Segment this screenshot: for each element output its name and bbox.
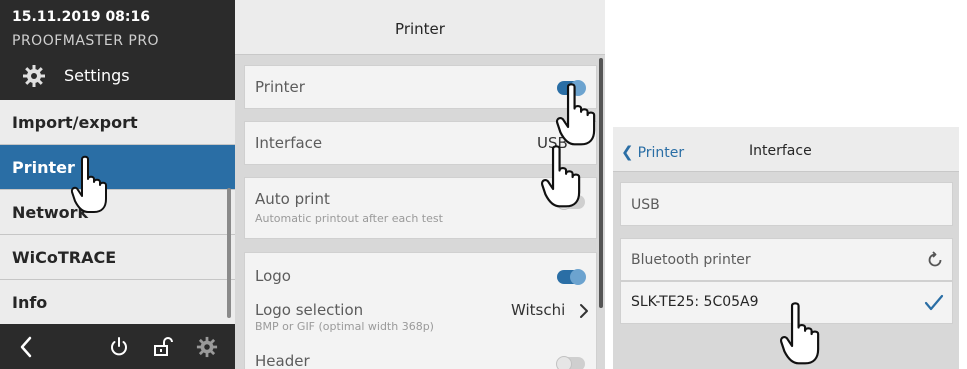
- auto-print-description: Automatic printout after each test: [255, 212, 443, 225]
- device-label: SLK-TE25: 5C05A9: [631, 294, 759, 310]
- sidebar-item-label: WiCoTRACE: [12, 248, 117, 267]
- settings-title: Settings: [64, 66, 130, 85]
- sidebar-item-label: Info: [12, 293, 48, 312]
- sidebar-item-import-export[interactable]: Import/export: [0, 100, 235, 145]
- sidebar-item-label: Import/export: [12, 113, 138, 132]
- checkmark-icon: [924, 294, 944, 311]
- logo-selection-label: Logo selection: [255, 301, 364, 319]
- auto-print-label: Auto print: [255, 190, 330, 208]
- printer-row[interactable]: Printer: [244, 65, 597, 109]
- logo-toggle[interactable]: [557, 269, 586, 285]
- status-header: 15.11.2019 08:16 PROOFMASTER PRO Setting…: [0, 0, 235, 100]
- device-name-label: PROOFMASTER PRO: [12, 33, 160, 49]
- chevron-right-icon: [580, 304, 588, 318]
- printer-label: Printer: [255, 78, 305, 96]
- logo-selection-row[interactable]: Logo selection BMP or GIF (optimal width…: [245, 295, 596, 340]
- chevron-left-icon: ❮: [621, 143, 634, 161]
- interface-panel: ❮ Printer Interface USB Bluetooth printer…: [613, 127, 959, 369]
- back-button[interactable]: ❮ Printer: [621, 143, 684, 161]
- sidebar-item-label: Printer: [12, 158, 75, 177]
- settings-sidebar: 15.11.2019 08:16 PROOFMASTER PRO Setting…: [0, 0, 235, 369]
- bottom-toolbar: [0, 324, 235, 369]
- gear-icon: [23, 65, 45, 87]
- sidebar-item-network[interactable]: Network: [0, 190, 235, 235]
- panel-header: Printer: [235, 0, 605, 55]
- sidebar-item-wicotrace[interactable]: WiCoTRACE: [0, 235, 235, 280]
- gear-icon[interactable]: [196, 336, 218, 358]
- page-title: Interface: [749, 143, 812, 159]
- settings-heading: Settings: [0, 58, 235, 98]
- interface-label: Interface: [255, 134, 323, 152]
- datetime-label: 15.11.2019 08:16: [12, 9, 151, 25]
- logo-label: Logo: [255, 267, 291, 285]
- back-icon[interactable]: [18, 335, 34, 359]
- header-toggle[interactable]: [556, 356, 585, 369]
- unlock-icon[interactable]: [152, 336, 174, 358]
- logo-group: Logo Logo selection BMP or GIF (optimal …: [244, 252, 597, 369]
- power-icon[interactable]: [108, 336, 130, 358]
- pointer-hand-icon: [779, 302, 820, 365]
- sidebar-scrollbar[interactable]: [227, 188, 231, 318]
- usb-label: USB: [631, 197, 660, 213]
- sidebar-item-printer[interactable]: Printer: [0, 145, 235, 190]
- header-label: Header: [255, 352, 310, 369]
- usb-option[interactable]: USB: [620, 182, 953, 226]
- interface-header: ❮ Printer Interface: [613, 127, 959, 172]
- logo-selection-value: Witschi: [511, 301, 566, 319]
- back-label: Printer: [637, 145, 685, 161]
- page-title: Printer: [395, 20, 445, 38]
- logo-selection-description: BMP or GIF (optimal width 368p): [255, 320, 434, 333]
- printer-settings-panel: Printer Printer Interface USB Auto print…: [235, 0, 605, 369]
- sidebar-item-info[interactable]: Info: [0, 280, 235, 325]
- pointer-hand-icon: [70, 155, 107, 213]
- bluetooth-printer-option[interactable]: Bluetooth printer: [620, 238, 953, 281]
- pointer-hand-icon: [540, 145, 581, 208]
- pointer-hand-icon: [555, 83, 596, 146]
- refresh-icon[interactable]: [926, 251, 944, 269]
- bluetooth-label: Bluetooth printer: [631, 252, 751, 268]
